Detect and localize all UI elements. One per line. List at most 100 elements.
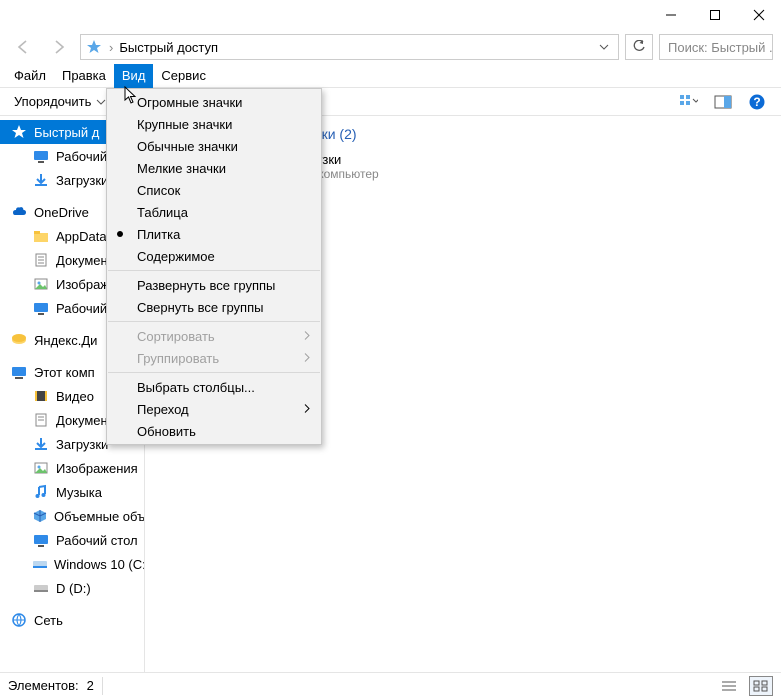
tree-label: Рабочий: [56, 149, 107, 164]
toolbar-preview-pane-button[interactable]: [709, 90, 737, 114]
downloads-icon: [32, 171, 50, 189]
menu-separator: [108, 372, 320, 373]
tree-label: Windows 10 (C:): [54, 557, 144, 572]
mi-tile[interactable]: Плитка: [107, 223, 321, 245]
desktop-icon: [32, 531, 50, 549]
back-button[interactable]: [8, 32, 38, 62]
search-placeholder: Поиск: Быстрый ...: [668, 40, 773, 55]
window-titlebar: [0, 0, 781, 30]
menu-separator: [108, 270, 320, 271]
breadcrumb-separator: ›: [109, 40, 113, 55]
tree-drive-d[interactable]: D (D:): [0, 576, 144, 600]
status-bar: Элементов: 2: [0, 672, 781, 698]
menu-separator: [108, 321, 320, 322]
tree-label: Видео: [56, 389, 94, 404]
drive-icon: [32, 579, 50, 597]
menu-bar: Файл Правка Вид Сервис: [0, 64, 781, 88]
mi-sort[interactable]: Сортировать: [107, 325, 321, 347]
tree-label: Рабочий: [56, 301, 107, 316]
document-icon: [32, 251, 50, 269]
mi-goto-label: Переход: [137, 402, 189, 417]
mi-group-label: Группировать: [137, 351, 219, 366]
close-button[interactable]: [737, 0, 781, 30]
tree-label: Этот комп: [34, 365, 95, 380]
tree-label: Загрузки: [56, 173, 108, 188]
mi-choose-columns[interactable]: Выбрать столбцы...: [107, 376, 321, 398]
menu-service[interactable]: Сервис: [153, 64, 214, 88]
tree-music[interactable]: Музыка: [0, 480, 144, 504]
organize-button[interactable]: Упорядочить: [10, 90, 111, 114]
desktop-icon: [32, 299, 50, 317]
status-view-tiles-button[interactable]: [749, 676, 773, 696]
mi-collapse-all[interactable]: Свернуть все группы: [107, 296, 321, 318]
drive-icon: [32, 555, 48, 573]
downloads-icon: [32, 435, 50, 453]
tree-label: Яндекс.Ди: [34, 333, 97, 348]
status-divider: [102, 677, 103, 695]
mi-huge-icons[interactable]: Огромные значки: [107, 91, 321, 113]
tree-network[interactable]: Сеть: [0, 608, 144, 632]
tree-label: Объемные объ: [54, 509, 144, 524]
tree-label: Быстрый д: [34, 125, 99, 140]
cube-icon: [32, 507, 48, 525]
tree-label: AppData: [56, 229, 107, 244]
address-bar: › Быстрый доступ Поиск: Быстрый ...: [0, 30, 781, 64]
video-icon: [32, 387, 50, 405]
mi-table[interactable]: Таблица: [107, 201, 321, 223]
tree-label: Загрузки: [56, 437, 108, 452]
mi-goto[interactable]: Переход: [107, 398, 321, 420]
tree-drive-c[interactable]: Windows 10 (C:): [0, 552, 144, 576]
breadcrumb-dropdown-icon[interactable]: [594, 40, 614, 55]
svg-text:?: ?: [753, 95, 760, 109]
tree-images-pc[interactable]: Изображения: [0, 456, 144, 480]
menu-view[interactable]: Вид: [114, 64, 154, 88]
radio-dot-icon: [117, 231, 123, 237]
pc-icon: [10, 363, 28, 381]
toolbar-view-options-button[interactable]: [675, 90, 703, 114]
search-input[interactable]: Поиск: Быстрый ...: [659, 34, 773, 60]
tree-label: D (D:): [56, 581, 91, 596]
mi-sort-label: Сортировать: [137, 329, 215, 344]
forward-button[interactable]: [44, 32, 74, 62]
mi-expand-all[interactable]: Развернуть все группы: [107, 274, 321, 296]
network-icon: [10, 611, 28, 629]
desktop-icon: [32, 147, 50, 165]
submenu-arrow-icon: [303, 402, 311, 417]
refresh-button[interactable]: [625, 34, 653, 60]
view-menu-dropdown: Огромные значки Крупные значки Обычные з…: [106, 88, 322, 445]
tree-label: OneDrive: [34, 205, 89, 220]
menu-edit[interactable]: Правка: [54, 64, 114, 88]
minimize-button[interactable]: [649, 0, 693, 30]
organize-label: Упорядочить: [14, 94, 91, 109]
mi-small-icons[interactable]: Мелкие значки: [107, 157, 321, 179]
image-icon: [32, 459, 50, 477]
tree-3d-objects[interactable]: Объемные объ: [0, 504, 144, 528]
maximize-button[interactable]: [693, 0, 737, 30]
cloud-icon: [10, 203, 28, 221]
image-icon: [32, 275, 50, 293]
breadcrumb-box[interactable]: › Быстрый доступ: [80, 34, 619, 60]
mi-list[interactable]: Список: [107, 179, 321, 201]
tree-desktop-pc[interactable]: Рабочий стол: [0, 528, 144, 552]
mi-content[interactable]: Содержимое: [107, 245, 321, 267]
quick-access-star-icon: [85, 38, 103, 56]
mi-group[interactable]: Группировать: [107, 347, 321, 369]
breadcrumb-text: Быстрый доступ: [119, 40, 588, 55]
music-icon: [32, 483, 50, 501]
mi-tile-label: Плитка: [137, 227, 180, 242]
status-elements-label: Элементов:: [8, 678, 79, 693]
mi-large-icons[interactable]: Крупные значки: [107, 113, 321, 135]
folder-icon: [32, 227, 50, 245]
tree-label: Сеть: [34, 613, 63, 628]
submenu-arrow-icon: [303, 329, 311, 344]
document-icon: [32, 411, 50, 429]
mi-medium-icons[interactable]: Обычные значки: [107, 135, 321, 157]
yandex-disk-icon: [10, 331, 28, 349]
toolbar-help-button[interactable]: ?: [743, 90, 771, 114]
status-view-details-button[interactable]: [717, 676, 741, 696]
submenu-arrow-icon: [303, 351, 311, 366]
tree-label: Изображения: [56, 461, 138, 476]
star-icon: [10, 123, 28, 141]
menu-file[interactable]: Файл: [6, 64, 54, 88]
mi-refresh[interactable]: Обновить: [107, 420, 321, 442]
